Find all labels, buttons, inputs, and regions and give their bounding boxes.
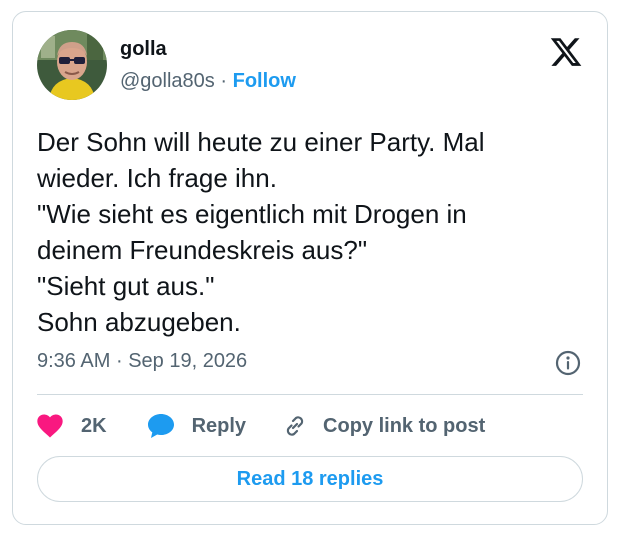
tweet-time: 9:36 AM (37, 350, 111, 372)
tweet-card: golla @golla80s · Follow Der Sohn will h… (12, 11, 608, 525)
tweet-text: Der Sohn will heute zu einer Party. Mal … (37, 124, 587, 340)
copy-link-label: Copy link to post (323, 414, 486, 437)
tweet-line: deinem Freundeskreis aus?" (37, 235, 368, 265)
divider (37, 394, 583, 395)
like-button[interactable]: 2K (37, 414, 107, 438)
handle-separator: · (220, 70, 228, 92)
reply-button[interactable]: Reply (147, 413, 246, 439)
author-handle-row: @golla80s · Follow (120, 70, 296, 93)
author-handle[interactable]: @golla80s (120, 70, 215, 92)
timestamp-separator: · (115, 350, 123, 372)
heart-icon (37, 414, 63, 438)
tweet-line: "Wie sieht es eigentlich mit Drogen in (37, 199, 467, 229)
link-icon (282, 413, 308, 439)
reply-label: Reply (191, 414, 247, 437)
tweet-line: "Sieht gut aus." (37, 271, 215, 301)
info-icon[interactable] (555, 350, 581, 376)
copy-link-button[interactable]: Copy link to post (282, 413, 485, 439)
read-replies-button[interactable]: Read 18 replies (37, 456, 583, 502)
tweet-timestamp[interactable]: 9:36 AM · Sep 19, 2026 (37, 350, 247, 373)
x-logo-icon[interactable] (549, 35, 583, 69)
follow-button[interactable]: Follow (233, 70, 296, 92)
speech-bubble-icon (147, 413, 175, 439)
tweet-line: wieder. Ich frage ihn. (37, 163, 277, 193)
action-bar: 2K Reply Copy link to post (37, 408, 485, 444)
tweet-date: Sep 19, 2026 (128, 350, 248, 372)
avatar[interactable] (37, 30, 107, 100)
author-name[interactable]: golla (120, 38, 167, 61)
tweet-line: Der Sohn will heute zu einer Party. Mal (37, 127, 485, 157)
tweet-line: Sohn abzugeben. (37, 307, 241, 337)
like-count: 2K (81, 414, 107, 437)
